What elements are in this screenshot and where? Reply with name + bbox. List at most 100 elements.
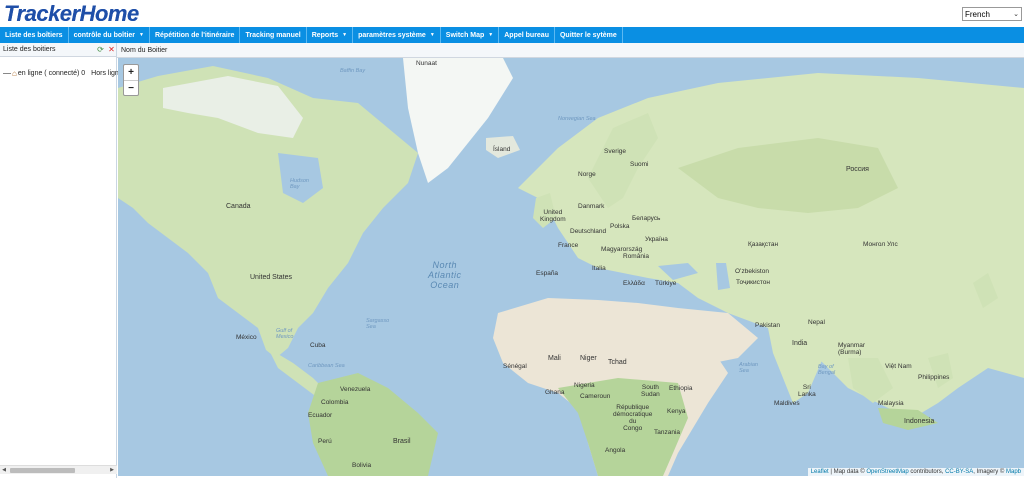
map-label-tanzania: Tanzania	[654, 429, 681, 436]
tree-connector	[3, 72, 11, 74]
menu-parametres-systeme[interactable]: paramètres système ▼	[353, 27, 441, 43]
map-label-deutschland: Deutschland	[570, 228, 607, 235]
map-label-nunaat: Nunaat	[416, 60, 437, 67]
map-label-myanmar: Myanmar (Burma)	[838, 342, 866, 356]
device-list-title: Liste des boitiers	[3, 46, 56, 53]
leaflet-link[interactable]: Leaflet	[811, 469, 829, 475]
menu-quitter[interactable]: Quitter le sytème	[555, 27, 623, 43]
menu-tracking-manuel[interactable]: Tracking manuel	[240, 27, 307, 43]
menu-repetition-itineraire[interactable]: Répétition de l'itinéraire	[150, 27, 241, 43]
map-label-malaysia: Malaysia	[878, 400, 904, 407]
map-label-united-states: United States	[250, 274, 293, 281]
map-label-ecuador: Ecuador	[308, 412, 333, 419]
language-select[interactable]: French ⌄	[962, 7, 1022, 21]
map-label-nigeria: Nigeria	[574, 382, 595, 389]
map-label-italia: Italia	[592, 265, 606, 272]
map-label-turkiye: Türkiye	[655, 280, 677, 287]
map-panel-title: Nom du Boitier	[121, 46, 168, 54]
menu-switch-map[interactable]: Switch Map ▼	[441, 27, 500, 43]
map-label-pakistan: Pakistan	[755, 322, 780, 329]
map-label-rossiya: Россия	[846, 166, 869, 173]
map-label-norge: Norge	[578, 171, 596, 178]
chevron-down-icon: ⌄	[1013, 11, 1019, 18]
map-label-danmark: Danmark	[578, 203, 605, 210]
map-panel-header: Nom du Boitier	[117, 43, 1024, 58]
map-label-hudson-bay: Hudson Bay	[290, 178, 309, 190]
map-label-norwegian-sea: Norwegian Sea	[558, 116, 596, 122]
greenland-land	[403, 58, 513, 183]
map-label-bolivia: Bolivia	[352, 462, 372, 469]
caret-down-icon: ▼	[429, 32, 435, 38]
zoom-in-button[interactable]: +	[124, 65, 138, 80]
map-label-philippines: Philippines	[918, 374, 950, 381]
map-label-ethiopia: Ethiopia	[669, 385, 693, 392]
map-attribution: Leaflet | Map data © OpenStreetMap contr…	[807, 468, 1024, 476]
map-view[interactable]: Nunaat Ísland Canada United States Méxic…	[118, 58, 1024, 476]
map-label-tojikiston: Тоҷикистон	[736, 279, 770, 286]
map-label-cuba: Cuba	[310, 342, 326, 349]
south-america-land	[308, 373, 438, 476]
menu-reports[interactable]: Reports ▼	[307, 27, 354, 43]
device-list-panel: Liste des boitiers ⟳ ✕ ⌂ en ligne ( conn…	[0, 43, 119, 478]
map-label-polska: Polska	[610, 223, 630, 230]
close-icon[interactable]: ✕	[107, 45, 116, 54]
map-label-brasil: Brasil	[393, 438, 411, 445]
app-logo: TrackerHome	[4, 1, 139, 26]
tree-label-online: en ligne ( connecté) 0	[17, 69, 86, 77]
tree-label-offline: Hors lign	[91, 69, 119, 77]
refresh-icon[interactable]: ⟳	[96, 45, 105, 54]
map-label-mongol: Монгол Улс	[863, 241, 898, 248]
menu-appel-bureau[interactable]: Appel bureau	[499, 27, 555, 43]
map-label-maldives: Maldives	[774, 400, 800, 407]
map-label-north-atlantic: North Atlantic Ocean	[428, 260, 462, 290]
map-label-kenya: Kenya	[667, 408, 686, 415]
device-list-header: Liste des boitiers ⟳ ✕	[0, 43, 116, 57]
map-label-niger: Niger	[580, 355, 597, 362]
tree-node-online[interactable]: ⌂ en ligne ( connecté) 0 Hors lign	[3, 68, 119, 78]
caret-down-icon: ▼	[139, 32, 144, 38]
map-label-baffin-bay: Baffin Bay	[340, 68, 366, 74]
caret-down-icon: ▼	[488, 32, 494, 38]
map-label-south-sudan: South Sudan	[641, 384, 660, 398]
map-label-sri-lanka: Sri Lanka	[798, 384, 816, 398]
zoom-out-button[interactable]: −	[124, 80, 138, 95]
mapbox-link[interactable]: Mapb	[1006, 469, 1021, 475]
map-label-romania: România	[623, 253, 650, 260]
map-label-bay-of-bengal: Bay of Bengal	[818, 364, 836, 376]
scroll-right-icon[interactable]: ▶	[108, 466, 116, 475]
map-label-angola: Angola	[605, 447, 626, 454]
map-label-magyarorszag: Magyarország	[601, 246, 643, 253]
zoom-control: + −	[123, 64, 139, 96]
scroll-thumb[interactable]	[10, 468, 75, 473]
map-label-espana: España	[536, 270, 559, 277]
map-label-viet: Việt Nam	[885, 363, 912, 370]
menu-liste-des-boitiers[interactable]: Liste des boîtiers	[0, 27, 69, 43]
map-label-canada: Canada	[226, 203, 251, 210]
menu-controle-du-boitier[interactable]: contrôle du boîtier ▼	[69, 27, 150, 43]
map-label-belarus: Беларусь	[632, 215, 661, 222]
map-label-island: Ísland	[493, 146, 511, 153]
map-label-uzbekiston: Oʻzbekiston	[735, 268, 769, 275]
header: TrackerHome French ⌄	[0, 0, 1024, 27]
map-label-sverige: Sverige	[604, 148, 627, 155]
scroll-left-icon[interactable]: ◀	[0, 466, 8, 475]
language-selected: French	[965, 9, 990, 19]
map-label-senegal: Sénégal	[503, 363, 527, 370]
caret-down-icon: ▼	[342, 32, 348, 38]
map-label-tchad: Tchad	[608, 359, 627, 366]
cc-by-sa-link[interactable]: CC-BY-SA	[945, 469, 973, 475]
map-label-suomi: Suomi	[630, 161, 649, 168]
map-label-kazakhstan: Қазақстан	[748, 241, 779, 248]
map-label-ghana: Ghana	[545, 389, 565, 396]
osm-link[interactable]: OpenStreetMap	[866, 469, 908, 475]
horizontal-scrollbar[interactable]: ◀ ▶	[0, 465, 117, 474]
map-label-ukraina: Україна	[645, 236, 668, 243]
main-menu: Liste des boîtiers contrôle du boîtier ▼ …	[0, 27, 1024, 43]
map-label-cameroun: Cameroun	[580, 393, 611, 400]
map-label-gulf-of-mexico: Gulf of Mexico	[276, 328, 294, 340]
map-label-caribbean-sea: Caribbean Sea	[308, 363, 345, 369]
house-icon: ⌂	[12, 68, 17, 78]
map-label-colombia: Colombia	[321, 399, 349, 406]
map-label-arabian-sea: Arabian Sea	[739, 362, 758, 374]
map-label-peru: Perú	[318, 438, 332, 445]
